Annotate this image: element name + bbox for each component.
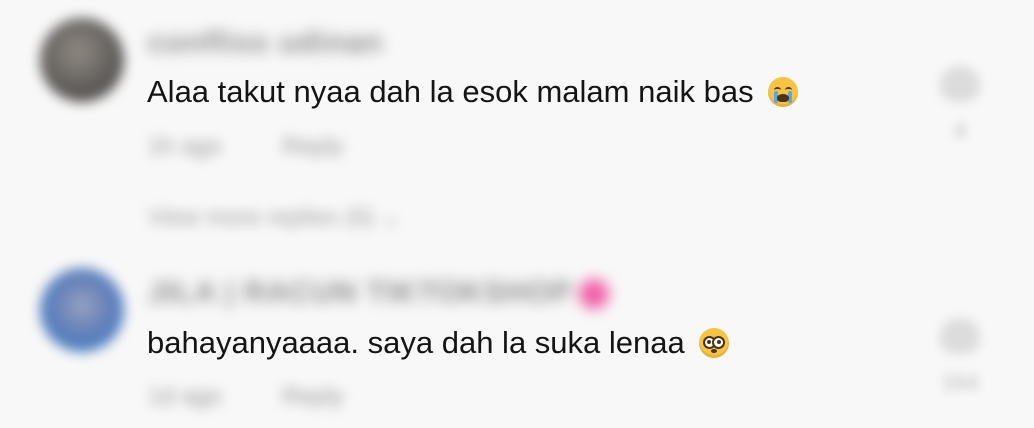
loudly-crying-face-icon <box>768 77 799 107</box>
like-button[interactable]: 164 <box>936 318 984 396</box>
flair-icon <box>578 279 609 310</box>
like-button[interactable]: 4 <box>936 66 984 144</box>
avatar[interactable] <box>40 268 124 352</box>
comment-text-row: Alaa takut nyaa dah la esok malam naik b… <box>147 74 799 110</box>
comment-username-row: JILA | RACUN TIKTOKSHOP <box>148 276 609 310</box>
comment-meta: 1d ago Reply <box>148 383 397 411</box>
comment-text-row: bahayanyaaaa. saya dah la suka lenaa <box>147 325 730 361</box>
comment-username[interactable]: JILA | RACUN TIKTOKSHOP <box>148 276 573 309</box>
comments-panel: confliss udinan Alaa takut nyaa dah la e… <box>0 0 1034 428</box>
comment-time: 1h ago <box>148 133 222 160</box>
comment-username[interactable]: confliss udinan <box>148 26 383 60</box>
reply-button[interactable]: Reply <box>282 133 343 160</box>
heart-icon <box>940 318 980 354</box>
comment-meta: 1h ago Reply <box>148 133 397 161</box>
comment-time: 1d ago <box>148 383 222 410</box>
flushed-face-icon <box>699 328 730 358</box>
heart-icon <box>940 66 980 102</box>
reply-button[interactable]: Reply <box>282 383 343 410</box>
comment-text: bahayanyaaaa. saya dah la suka lenaa <box>147 325 685 360</box>
view-more-replies-button[interactable]: View more replies (6) ⌄ <box>148 203 401 232</box>
avatar[interactable] <box>40 18 124 102</box>
like-count: 4 <box>953 118 967 143</box>
like-count: 164 <box>941 370 979 395</box>
comment-text: Alaa takut nyaa dah la esok malam naik b… <box>147 74 754 109</box>
